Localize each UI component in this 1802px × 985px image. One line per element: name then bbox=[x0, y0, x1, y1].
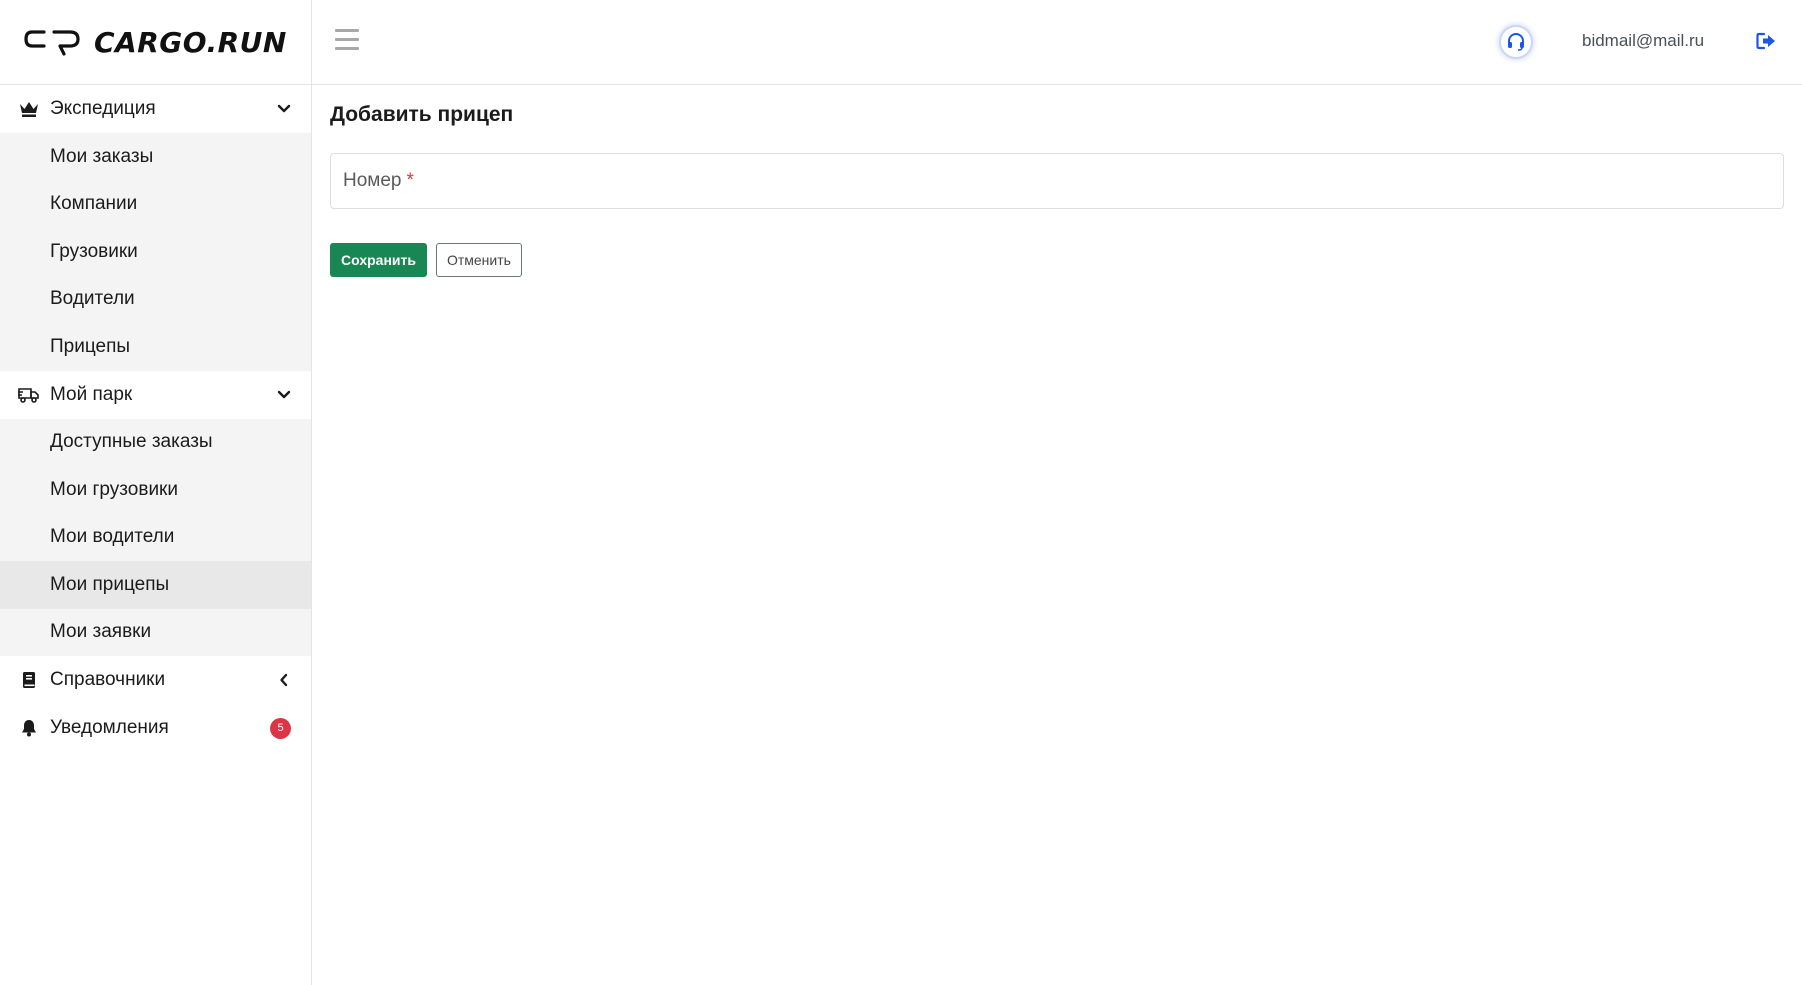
cancel-button[interactable]: Отменить bbox=[435, 243, 522, 277]
book-icon bbox=[18, 669, 40, 691]
crown-icon bbox=[18, 98, 40, 120]
sidebar-subnav-my-fleet: Доступные заказы Мои грузовики Мои водит… bbox=[0, 418, 311, 657]
form-actions: Сохранить Отменить bbox=[330, 243, 1802, 277]
required-mark: * bbox=[406, 170, 414, 191]
sidebar-group-label: Справочники bbox=[50, 669, 166, 690]
chevron-down-icon bbox=[275, 386, 293, 404]
notifications-badge: 5 bbox=[270, 717, 291, 739]
page-title: Добавить прицеп bbox=[330, 103, 514, 126]
sidebar-item-available-orders[interactable]: Доступные заказы bbox=[0, 419, 311, 467]
brand-name: CARGO.RUN bbox=[94, 25, 287, 59]
main-content: Добавить прицеп Номер * Сохранить Отмени… bbox=[312, 85, 1802, 985]
cargo-run-logo-icon bbox=[24, 26, 82, 58]
sidebar-item-my-trucks[interactable]: Мои грузовики bbox=[0, 466, 311, 514]
user-email[interactable]: bidmail@mail.ru bbox=[1582, 31, 1704, 51]
sidebar-item-trucks[interactable]: Грузовики bbox=[0, 228, 311, 276]
sidebar: CARGO.RUN Экспедиция Мои заказы Компании… bbox=[0, 0, 312, 985]
trailer-number-field[interactable]: Номер * bbox=[330, 153, 1784, 209]
sidebar-group-expedition[interactable]: Экспедиция bbox=[0, 85, 311, 133]
sidebar-nav: Экспедиция Мои заказы Компании Грузовики… bbox=[0, 85, 311, 752]
sidebar-group-label: Мой парк bbox=[50, 383, 133, 405]
bell-icon bbox=[18, 717, 40, 739]
save-button[interactable]: Сохранить bbox=[330, 243, 427, 277]
chevron-down-icon bbox=[275, 100, 293, 118]
sidebar-group-label: Уведомления bbox=[50, 717, 169, 738]
support-headset-icon[interactable] bbox=[1499, 25, 1533, 59]
sidebar-item-companies[interactable]: Компании bbox=[0, 181, 311, 229]
brand[interactable]: CARGO.RUN bbox=[0, 0, 311, 85]
sidebar-group-my-fleet[interactable]: Мой парк bbox=[0, 371, 311, 419]
topbar: bidmail@mail.ru bbox=[312, 0, 1802, 85]
number-field-label: Номер bbox=[343, 170, 402, 191]
sidebar-item-trailers[interactable]: Прицепы bbox=[0, 323, 311, 371]
sidebar-item-drivers[interactable]: Водители bbox=[0, 276, 311, 324]
sidebar-group-notifications[interactable]: Уведомления 5 bbox=[0, 704, 311, 752]
truck-icon bbox=[18, 384, 40, 406]
sidebar-subnav-expedition: Мои заказы Компании Грузовики Водители П… bbox=[0, 133, 311, 371]
sidebar-item-my-trailers[interactable]: Мои прицепы bbox=[0, 561, 311, 609]
logout-icon[interactable] bbox=[1756, 32, 1776, 52]
chevron-left-icon bbox=[275, 671, 293, 689]
menu-toggle-icon[interactable] bbox=[335, 29, 359, 51]
sidebar-item-my-drivers[interactable]: Мои водители bbox=[0, 514, 311, 562]
sidebar-item-my-orders[interactable]: Мои заказы bbox=[0, 133, 311, 181]
sidebar-group-directories[interactable]: Справочники bbox=[0, 656, 311, 704]
sidebar-item-my-requests[interactable]: Мои заявки bbox=[0, 609, 311, 657]
sidebar-group-label: Экспедиция bbox=[50, 98, 156, 119]
